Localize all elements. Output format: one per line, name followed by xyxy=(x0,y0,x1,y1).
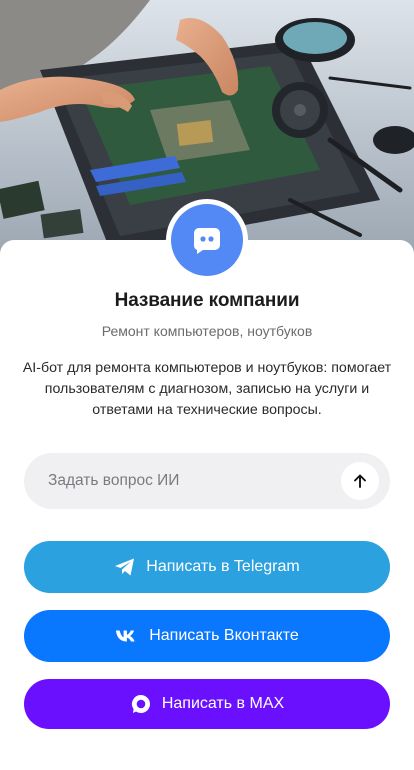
ask-ai-box xyxy=(24,453,390,509)
telegram-icon xyxy=(114,557,136,577)
company-name: Название компании xyxy=(114,290,300,311)
max-button-label: Написать в MAX xyxy=(161,695,285,712)
company-subtitle: Ремонт компьютеров, ноутбуков xyxy=(101,323,313,339)
vk-button[interactable]: Написать Вконтакте xyxy=(24,610,390,662)
chat-bubble-icon xyxy=(193,228,220,254)
arrow-up-icon xyxy=(354,474,366,488)
company-description: AI-бот для ремонта компьютеров и ноутбук… xyxy=(22,360,392,418)
vk-button-label: Написать Вконтакте xyxy=(149,627,299,644)
avatar-circle xyxy=(171,204,243,276)
vk-icon xyxy=(115,629,139,643)
max-icon xyxy=(130,693,152,715)
avatar xyxy=(166,199,248,281)
send-button[interactable] xyxy=(341,462,379,500)
telegram-button-label: Написать в Telegram xyxy=(146,558,300,575)
telegram-button[interactable]: Написать в Telegram xyxy=(24,541,390,593)
ask-ai-input[interactable] xyxy=(24,453,341,509)
max-button[interactable]: Написать в MAX xyxy=(24,679,390,729)
